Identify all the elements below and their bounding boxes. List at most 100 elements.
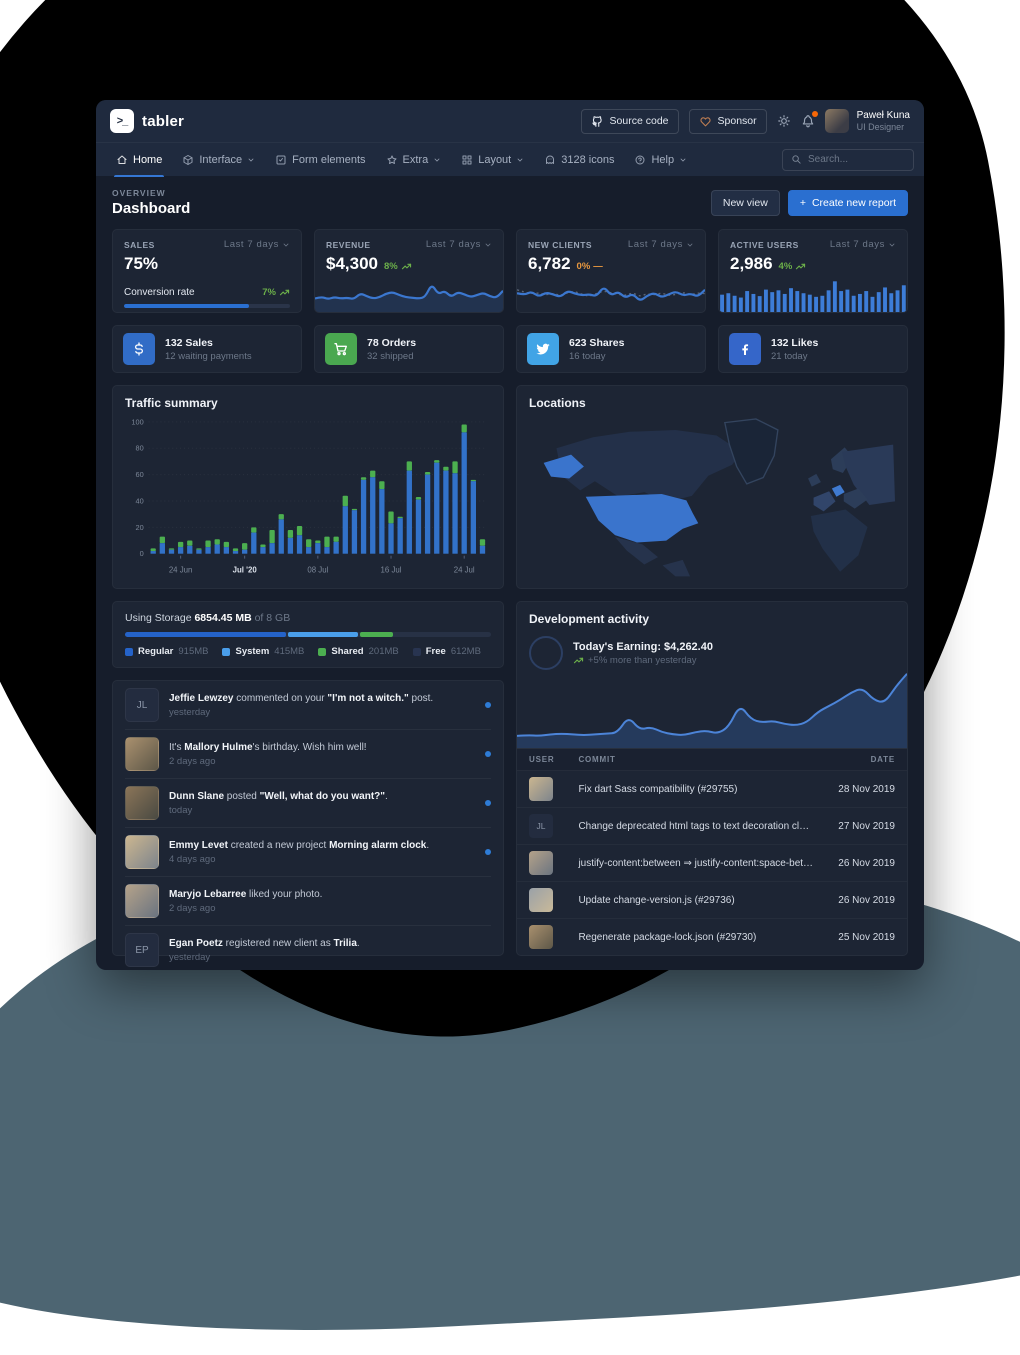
col-user: USER <box>517 749 566 771</box>
activity-time: 2 days ago <box>169 903 322 914</box>
active-users-value: 2,986 <box>730 254 773 274</box>
svg-text:24 Jun: 24 Jun <box>169 565 193 574</box>
create-report-label: Create new report <box>812 197 896 209</box>
stat-tile-132-likes: 132 Likes 21 today <box>718 325 908 373</box>
unread-dot <box>485 751 491 757</box>
commit-row[interactable]: JL Change deprecated html tags to text de… <box>517 808 907 845</box>
activity-row[interactable]: Maryjo Lebarree liked your photo. 2 days… <box>125 877 491 926</box>
nav-item-interface[interactable]: Interface <box>172 143 265 177</box>
nav-item-layout[interactable]: Layout <box>451 143 534 177</box>
svg-text:100: 100 <box>131 417 143 426</box>
commit-avatar <box>529 851 553 875</box>
new-clients-label: NEW CLIENTS <box>528 240 592 250</box>
user-menu[interactable]: Paweł Kuna UI Designer <box>825 109 910 133</box>
nav-item-form-elements[interactable]: Form elements <box>265 143 375 177</box>
heart-icon <box>699 115 712 128</box>
create-report-button[interactable]: + Create new report <box>788 190 908 216</box>
new-clients-period-dropdown[interactable]: Last 7 days <box>628 239 694 250</box>
tile-subtitle: 32 shipped <box>367 351 416 362</box>
notifications-bell-icon[interactable] <box>801 114 815 128</box>
storage-segment-shared <box>360 632 393 637</box>
commits-table: USER COMMIT DATE Fix dart Sass compatibi… <box>517 748 907 955</box>
map-uk <box>808 474 821 487</box>
source-code-button[interactable]: Source code <box>581 109 679 134</box>
new-view-button[interactable]: New view <box>711 190 780 216</box>
dollar-icon <box>123 333 155 365</box>
commit-date: 26 Nov 2019 <box>826 845 907 882</box>
activity-text: Egan Poetz registered new client as Tril… <box>169 937 360 951</box>
activity-feed: JLJeffie Lewzey commented on your "I'm n… <box>112 680 504 956</box>
ghost-icon <box>544 154 556 166</box>
sales-value: 75% <box>124 254 158 274</box>
activity-time: yesterday <box>169 707 433 718</box>
notification-dot <box>812 111 818 117</box>
commit-row[interactable]: justify-content:between ⇒ justify-conten… <box>517 845 907 882</box>
commit-message: Change deprecated html tags to text deco… <box>566 808 826 845</box>
commit-row[interactable]: Update change-version.js (#29736)26 Nov … <box>517 882 907 919</box>
active-users-period-dropdown[interactable]: Last 7 days <box>830 239 896 250</box>
theme-toggle-sun-icon[interactable] <box>777 114 791 128</box>
map-greenland <box>725 419 778 484</box>
revenue-period-dropdown[interactable]: Last 7 days <box>426 239 492 250</box>
tile-title: 78 Orders <box>367 337 416 349</box>
trend-flat-icon: — <box>593 261 603 272</box>
page-title: Dashboard <box>112 200 190 217</box>
svg-text:08 Jul: 08 Jul <box>307 565 328 574</box>
conversion-rate-label: Conversion rate <box>124 287 195 298</box>
brand[interactable]: >_ tabler <box>110 109 184 133</box>
search-icon <box>791 154 802 165</box>
activity-row[interactable]: EPEgan Poetz registered new client as Tr… <box>125 926 491 970</box>
nav-item-help[interactable]: Help <box>624 143 697 177</box>
svg-text:24 Jul: 24 Jul <box>454 565 475 574</box>
chevron-down-icon <box>679 156 687 164</box>
tile-title: 132 Likes <box>771 337 818 349</box>
top-navbar: >_ tabler Source code Sponsor Paweł Kuna… <box>96 100 924 142</box>
activity-text: Jeffie Lewzey commented on your "I'm not… <box>169 692 433 706</box>
stat-tile-132-sales: 132 Sales 12 waiting payments <box>112 325 302 373</box>
activity-row[interactable]: It's Mallory Hulme's birthday. Wish him … <box>125 730 491 779</box>
activity-row[interactable]: Emmy Levet created a new project Morning… <box>125 828 491 877</box>
sponsor-button[interactable]: Sponsor <box>689 109 767 134</box>
facebook-icon <box>729 333 761 365</box>
new-clients-value: 6,782 <box>528 254 571 274</box>
nav-item-home[interactable]: Home <box>106 143 172 177</box>
commit-avatar-initials: JL <box>529 814 553 838</box>
revenue-sparkline <box>315 274 503 312</box>
search-input[interactable] <box>808 154 905 165</box>
legend-swatch <box>413 648 421 656</box>
active-users-barchart <box>719 274 907 312</box>
plus-icon: + <box>800 197 806 209</box>
legend-shared: Shared201MB <box>318 646 398 657</box>
chevron-down-icon <box>433 156 441 164</box>
nav-item-3128-icons[interactable]: 3128 icons <box>534 143 624 177</box>
development-activity-title: Development activity <box>529 612 895 626</box>
earning-subtext: +5% more than yesterday <box>573 655 713 666</box>
development-activity-chart <box>517 670 907 748</box>
revenue-value: $4,300 <box>326 254 378 274</box>
trend-up-icon <box>401 262 412 271</box>
nav-item-extra[interactable]: Extra <box>376 143 452 177</box>
help-icon <box>634 154 646 166</box>
active-users-delta: 4% <box>779 261 793 272</box>
commit-message: justify-content:between ⇒ justify-conten… <box>566 845 826 882</box>
new-clients-sparkline <box>517 274 705 312</box>
activity-row[interactable]: Dunn Slane posted "Well, what do you wan… <box>125 779 491 828</box>
github-icon <box>591 115 604 128</box>
activity-text: Maryjo Lebarree liked your photo. <box>169 888 322 902</box>
avatar <box>125 737 159 771</box>
commit-row[interactable]: Regenerate package-lock.json (#29730)25 … <box>517 919 907 956</box>
commit-row[interactable]: Fix dart Sass compatibility (#29755)28 N… <box>517 771 907 808</box>
locations-card: Locations <box>516 385 908 589</box>
unread-dot <box>485 800 491 806</box>
activity-text: It's Mallory Hulme's birthday. Wish him … <box>169 741 367 755</box>
svg-text:20: 20 <box>136 523 144 532</box>
user-name: Paweł Kuna <box>857 110 910 123</box>
search-box[interactable] <box>782 149 914 171</box>
sales-period-dropdown[interactable]: Last 7 days <box>224 239 290 250</box>
svg-text:60: 60 <box>136 470 144 479</box>
svg-text:80: 80 <box>136 444 144 453</box>
activity-row[interactable]: JLJeffie Lewzey commented on your "I'm n… <box>125 681 491 730</box>
active-users-label: ACTIVE USERS <box>730 240 799 250</box>
commit-avatar <box>529 888 553 912</box>
legend-swatch <box>318 648 326 656</box>
